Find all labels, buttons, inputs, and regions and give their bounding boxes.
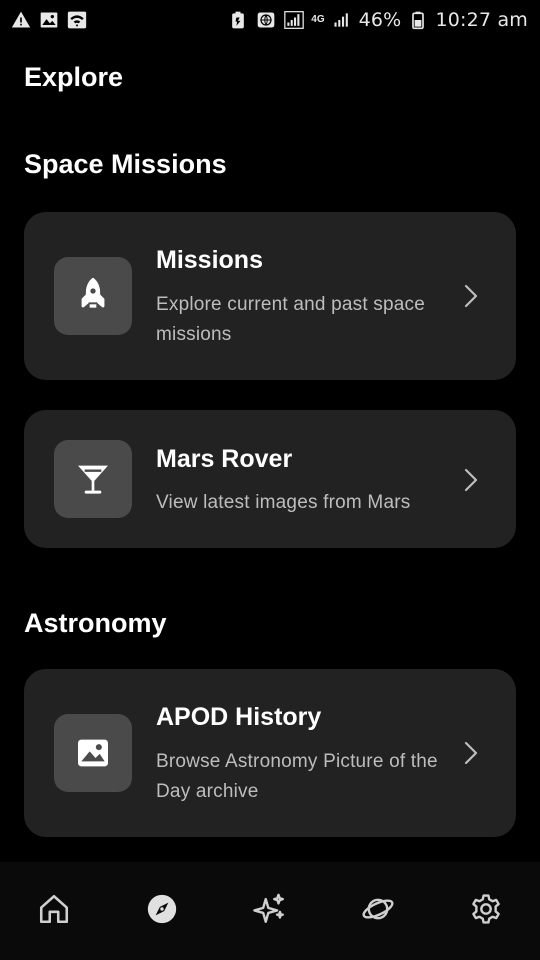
card-icon-box (54, 714, 132, 792)
wifi-icon (66, 9, 88, 31)
card-title: Missions (156, 246, 263, 274)
battery-percent: 46% (358, 9, 402, 31)
image-icon (73, 733, 113, 773)
chevron-right-icon (460, 282, 482, 310)
compass-icon (145, 892, 179, 926)
warning-icon (10, 9, 32, 31)
section-title-astronomy: Astronomy (24, 608, 167, 638)
battery-saver-icon (227, 9, 249, 31)
settings-icon (469, 892, 503, 926)
image-icon (38, 9, 60, 31)
missions-card[interactable]: Missions Explore current and past space … (24, 212, 516, 380)
card-title: APOD History (156, 703, 322, 731)
card-description: Explore current and past space missions (156, 294, 425, 345)
planet-icon (361, 892, 395, 926)
nav-discover[interactable] (240, 879, 300, 939)
nav-explore[interactable] (132, 879, 192, 939)
sparkles-icon (253, 892, 287, 926)
card-description: View latest images from Mars (156, 492, 411, 513)
card-description: Browse Astronomy Picture of the Day arch… (156, 751, 438, 802)
nav-settings[interactable] (456, 879, 516, 939)
nav-planets[interactable] (348, 879, 408, 939)
chevron-right-icon (460, 739, 482, 767)
martini-glass-icon (73, 459, 113, 499)
signal-icon (331, 9, 353, 31)
rocket-icon (73, 276, 113, 316)
network-type-label: 4G (311, 14, 325, 25)
nav-home[interactable] (24, 879, 84, 939)
mars-rover-card[interactable]: Mars Rover View latest images from Mars (24, 410, 516, 548)
card-icon-box (54, 440, 132, 518)
battery-icon (407, 9, 429, 31)
signal-icon (283, 9, 305, 31)
vpn-icon (255, 9, 277, 31)
status-right-icons: 4G 46% 10:27 am (227, 9, 528, 31)
clock: 10:27 am (435, 9, 528, 31)
home-icon (37, 892, 71, 926)
status-bar: 4G 46% 10:27 am (0, 0, 540, 40)
apod-history-card[interactable]: APOD History Browse Astronomy Picture of… (24, 669, 516, 837)
chevron-right-icon (460, 466, 482, 494)
section-title-space-missions: Space Missions (24, 149, 227, 179)
card-title: Mars Rover (156, 445, 293, 473)
page-title: Explore (24, 62, 124, 92)
card-icon-box (54, 257, 132, 335)
status-left-icons (10, 9, 88, 31)
bottom-navigation (0, 862, 540, 960)
